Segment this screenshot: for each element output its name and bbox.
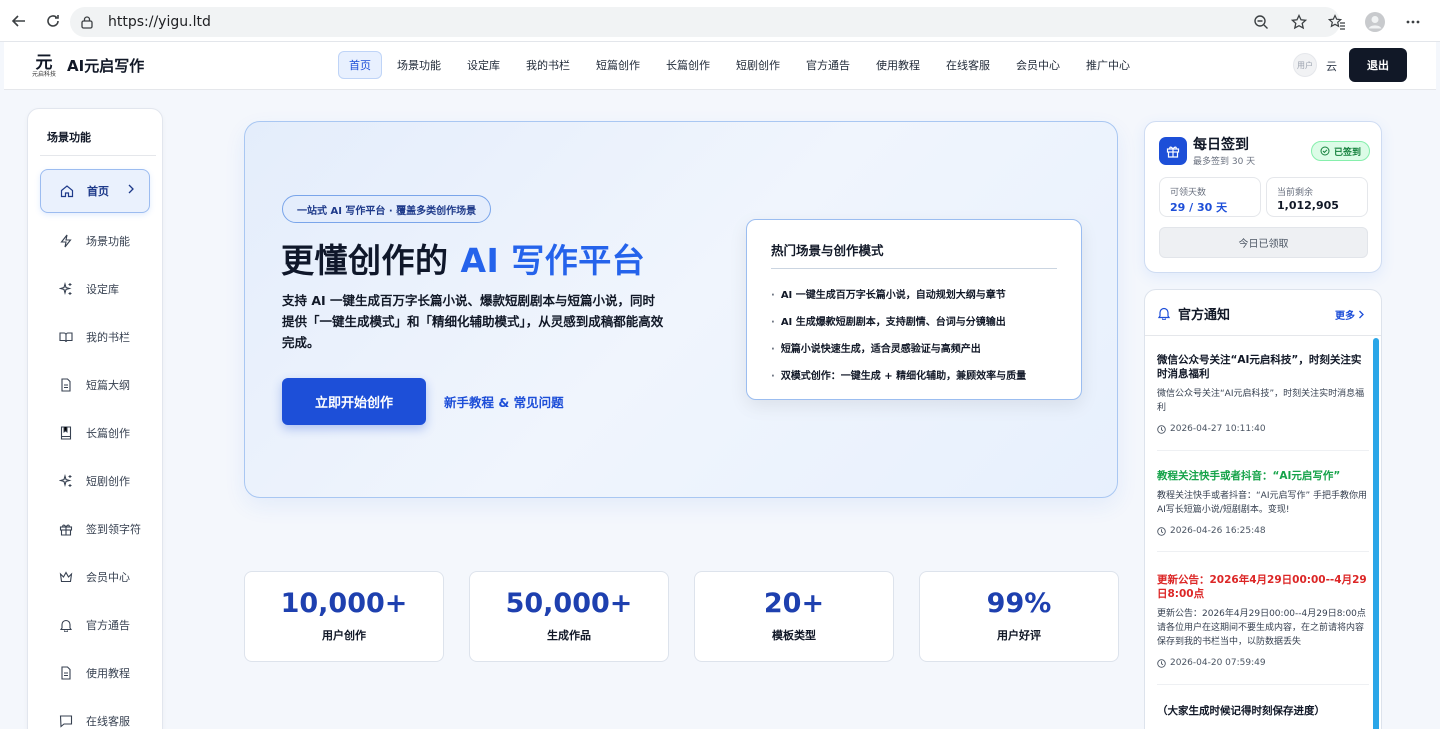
user-name: 云 [1326,60,1337,73]
list-item: · 双模式创作：一键生成 + 精细化辅助，兼顾效率与质量 [771,371,1027,382]
document-icon [58,665,74,681]
top-nav-item-my-books[interactable]: 我的书栏 [515,51,581,79]
notice-title: 官方通知 [1178,308,1231,323]
sidebar-item-announcements[interactable]: 官方通告 [40,603,150,647]
checkin-title: 每日签到 [1193,137,1249,153]
chevron-right-icon [1359,310,1365,319]
chat-icon [58,713,74,729]
sidebar-item-support[interactable]: 在线客服 [40,699,150,729]
crown-icon [58,569,74,585]
divider [40,155,156,156]
more-menu-icon[interactable] [1396,5,1430,39]
app-title: AI元启写作 [67,57,145,75]
status-badge: 已签到 [1311,141,1371,161]
reload-icon[interactable] [36,4,70,38]
available-days-card: 可领天数 29 / 30 天 [1159,177,1261,217]
daily-checkin-card: 每日签到 最多签到 30 天 已签到 可领天数 29 / 30 天 当前剩余 1… [1144,121,1382,273]
hot-scenes-card: 热门场景与创作模式 · AI 一键生成百万字长篇小说，自动规划大纲与章节 · AI … [746,219,1082,400]
sidebar-item-checkin[interactable]: 签到领字符 [40,507,150,551]
remaining-balance-card: 当前剩余 1,012,905 [1266,177,1368,217]
notice-scrollbar[interactable] [1373,338,1379,729]
stat-card-templates: 20+ 模板类型 [694,571,894,662]
back-icon[interactable] [2,4,36,38]
notice-item[interactable]: 教程关注快手或者抖音：“AI元启写作” 教程关注快手或者抖音：“AI元启写作” … [1157,469,1369,552]
notice-header: 官方通知 更多 [1145,290,1381,336]
browser-toolbar: https://yigu.ltd [0,0,1440,42]
top-nav-item-home[interactable]: 首页 [338,51,382,79]
list-item: · 短篇小说快速生成，适合灵感验证与高频产出 [771,344,981,355]
check-circle-icon [1320,146,1330,156]
site-info-icon[interactable] [80,15,100,29]
more-link[interactable]: 更多 [1335,307,1365,322]
sidebar-item-long-novel[interactable]: 长篇创作 [40,411,150,455]
sidebar-item-tutorial[interactable]: 使用教程 [40,651,150,695]
tutorial-faq-link[interactable]: 新手教程 & 常见问题 [444,392,564,411]
bookmark-book-icon [58,425,74,441]
logout-button[interactable]: 退出 [1349,48,1407,82]
brand-logo[interactable]: 元 元启科技 [30,53,58,81]
url-text: https://yigu.ltd [108,14,211,30]
top-nav-item-short-story[interactable]: 短篇创作 [585,51,651,79]
clock-icon [1157,526,1166,536]
top-nav-item-scenes[interactable]: 场景功能 [386,51,452,79]
sidebar-item-my-books[interactable]: 我的书栏 [40,315,150,359]
top-nav-item-promotion[interactable]: 推广中心 [1075,51,1141,79]
sidebar-item-short-outline[interactable]: 短篇大纲 [40,363,150,407]
sidebar-item-home[interactable]: 首页 [40,169,150,213]
sidebar-item-membership[interactable]: 会员中心 [40,555,150,599]
sparkle-icon [58,473,74,489]
top-nav-item-long-novel[interactable]: 长篇创作 [655,51,721,79]
notice-item[interactable]: 微信公众号关注“AI元启科技”，时刻关注实时消息福利 微信公众号关注“AI元启科… [1157,353,1369,451]
avatar[interactable]: 用户 [1293,53,1317,77]
hot-scenes-title: 热门场景与创作模式 [771,243,884,258]
book-open-icon [58,329,74,345]
sidebar-item-settings-library[interactable]: 设定库 [40,267,150,311]
bolt-icon [58,233,74,249]
hero-title: 更懂创作的 AI 写作平台 [281,241,646,280]
profile-icon[interactable] [1358,5,1392,39]
sidebar-title: 场景功能 [47,131,91,144]
list-item: · AI 一键生成百万字长篇小说，自动规划大纲与章节 [771,290,1006,301]
top-nav-item-membership[interactable]: 会员中心 [1005,51,1071,79]
list-item: · AI 生成爆款短剧剧本，支持剧情、台词与分镜输出 [771,317,1006,328]
stat-card-works: 50,000+ 生成作品 [469,571,669,662]
bookmark-star-icon[interactable] [1282,5,1316,39]
address-bar[interactable]: https://yigu.ltd [70,7,1340,37]
stat-card-rating: 99% 用户好评 [919,571,1119,662]
official-notice-panel: 官方通知 更多 微信公众号关注“AI元启科技”，时刻关注实时消息福利 微信公众号… [1144,289,1382,729]
home-icon [59,183,75,199]
sidebar-item-short-drama[interactable]: 短剧创作 [40,459,150,503]
bell-icon [1157,305,1171,324]
clock-icon [1157,424,1166,434]
hero-badge: 一站式 AI 写作平台 · 覆盖多类创作场景 [282,195,492,223]
checkin-subtitle: 最多签到 30 天 [1193,157,1256,167]
zoom-out-icon[interactable] [1244,5,1278,39]
sidebar: 场景功能 首页 场景功能 设定库 我的书栏 短篇大纲 长篇创作 短剧创作 签到领… [27,108,163,729]
hero-description: 支持 AI 一键生成百万字长篇小说、爆款短剧剧本与短篇小说，同时提供「一键生成模… [282,293,664,350]
top-nav: 首页 场景功能 设定库 我的书栏 短篇创作 长篇创作 短剧创作 官方通告 使用教… [338,51,1141,79]
notice-item[interactable]: 更新公告：2026年4月29日00:00--4月29日8:00点 更新公告：20… [1157,573,1369,685]
bell-icon [58,617,74,633]
notice-item[interactable]: （大家生成时候记得时刻保存进度） [1157,704,1369,729]
sidebar-item-scenes[interactable]: 场景功能 [40,219,150,263]
top-nav-item-settings-library[interactable]: 设定库 [456,51,511,79]
top-nav-item-support[interactable]: 在线客服 [935,51,1001,79]
favorites-icon[interactable] [1320,5,1354,39]
top-nav-item-tutorial[interactable]: 使用教程 [865,51,931,79]
divider [771,268,1057,269]
app-header: 元 元启科技 AI元启写作 首页 场景功能 设定库 我的书栏 短篇创作 长篇创作… [4,42,1436,90]
document-icon [58,377,74,393]
gift-icon [1159,137,1187,165]
top-nav-item-announcements[interactable]: 官方通告 [795,51,861,79]
chevron-right-icon [127,184,135,197]
gift-icon [58,521,74,537]
sparkle-icon [58,281,74,297]
start-creating-button[interactable]: 立即开始创作 [282,378,426,425]
clock-icon [1157,658,1166,668]
top-nav-item-short-drama[interactable]: 短剧创作 [725,51,791,79]
hero-panel: 一站式 AI 写作平台 · 覆盖多类创作场景 更懂创作的 AI 写作平台 支持 … [244,121,1118,498]
claimed-today-button[interactable]: 今日已领取 [1159,227,1368,258]
stat-card-users: 10,000+ 用户创作 [244,571,444,662]
